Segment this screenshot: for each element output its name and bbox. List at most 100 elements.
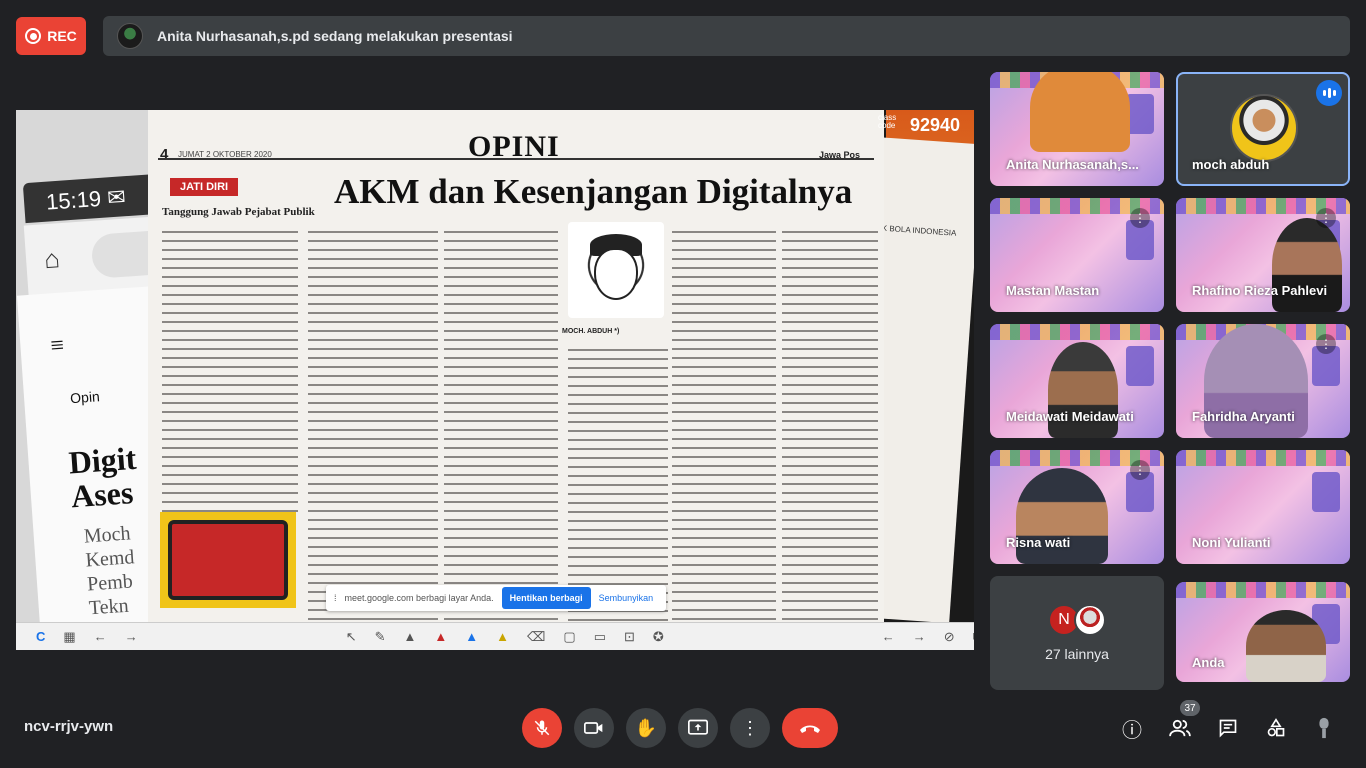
text-column [162, 228, 298, 518]
hide-annotations-icon[interactable]: ⊘ [944, 629, 955, 645]
back-arrow-icon[interactable]: ← [94, 629, 107, 644]
class-code-label: class code [878, 113, 897, 130]
grid-icon[interactable]: ▦ [63, 629, 75, 645]
more-vert-icon: ⋮ [741, 717, 759, 738]
mic-off-icon [534, 720, 550, 736]
participant-name: Rhafino Rieza Pahlevi [1192, 283, 1328, 298]
phone-time: 15:19 [45, 185, 102, 215]
article-byline: MOCH. ABDUH *) [562, 328, 620, 335]
marker-yellow-icon[interactable]: ▲ [496, 629, 509, 644]
marker-blue-icon[interactable]: ▲ [465, 629, 478, 644]
participant-avatar [1074, 604, 1106, 636]
text-column [568, 346, 668, 624]
forward-arrow-icon[interactable]: → [125, 629, 138, 644]
stop-sharing-button[interactable]: Hentikan berbagi [501, 587, 591, 609]
participant-video [1030, 72, 1130, 152]
people-button[interactable] [1166, 714, 1194, 742]
class-code: class code 92940 [878, 114, 972, 136]
share-message: meet.google.com berbagi layar Anda. [344, 593, 494, 603]
present-screen-button[interactable] [678, 708, 718, 748]
more-options-icon[interactable]: ⋮ [1130, 208, 1150, 228]
eraser-icon[interactable]: ⌫ [527, 629, 545, 645]
people-icon [1169, 719, 1191, 737]
phone-text-line: Pemb [86, 570, 134, 596]
host-controls-button[interactable] [1310, 714, 1338, 742]
text-column [444, 228, 558, 624]
participant-name: Noni Yulianti [1192, 535, 1271, 550]
home-icon: ⌂ [43, 243, 61, 275]
shared-screen[interactable]: 15:19 ✉ ⌂ ≡ Opin Digit Ases Moch Kemd Pe… [16, 110, 974, 650]
hide-share-notice-button[interactable]: Sembunyikan [599, 593, 654, 603]
marker-black-icon[interactable]: ▲ [404, 629, 417, 644]
camera-toggle[interactable] [574, 708, 614, 748]
participant-avatar [1230, 94, 1298, 162]
drag-handle-icon[interactable]: ⁞ [334, 593, 337, 603]
self-view-tile[interactable]: Anda [1176, 582, 1350, 682]
participant-name: Fahridha Aryanti [1192, 409, 1295, 424]
lock-icon[interactable]: ⊡ [624, 629, 635, 645]
chat-button[interactable] [1214, 714, 1242, 742]
more-options-icon[interactable]: ⋮ [1316, 334, 1336, 354]
speaking-indicator-icon [1316, 80, 1342, 106]
phone-breadcrumb: Opin [69, 388, 101, 407]
activities-button[interactable] [1262, 714, 1290, 742]
participant-name: moch abduh [1192, 157, 1270, 172]
participant-name: Risna wati [1006, 535, 1071, 550]
phone-text-line: Kemd [84, 546, 136, 572]
presenter-banner: Anita Nurhasanah,s.pd sedang melakukan p… [103, 16, 1350, 56]
leave-call-button[interactable] [782, 708, 838, 748]
newspaper-page: 4 JUMAT 2 OKTOBER 2020 OPINI Jawa Pos AK… [148, 110, 884, 624]
participant-tile[interactable]: Noni Yulianti [1176, 450, 1350, 564]
camera-icon [584, 722, 603, 734]
pen-icon[interactable]: ✎ [375, 629, 386, 645]
more-options-icon[interactable]: ⋮ [1316, 208, 1336, 228]
screen-icon[interactable]: ▭ [594, 629, 606, 645]
participant-tile[interactable]: ⋮ Mastan Mastan [990, 198, 1164, 312]
record-icon [25, 28, 42, 44]
screen-share-notice: ⁞ meet.google.com berbagi layar Anda. He… [326, 585, 666, 611]
chat-icon[interactable]: ▢ [563, 629, 575, 645]
hand-icon: ✋ [634, 717, 658, 738]
participant-tile[interactable]: Meidawati Meidawati [990, 324, 1164, 438]
header-rule [158, 158, 874, 160]
meeting-details-button[interactable]: ⓘ [1118, 714, 1146, 742]
tv-illustration [160, 512, 296, 608]
text-column [782, 228, 878, 624]
award-icon[interactable]: ✪ [653, 629, 664, 645]
more-participants-tile[interactable]: N 27 lainnya [990, 576, 1164, 690]
participant-tile[interactable]: ⋮ Fahridha Aryanti [1176, 324, 1350, 438]
info-icon: ⓘ [1122, 719, 1142, 742]
more-participants-label: 27 lainnya [1045, 646, 1109, 662]
lock-person-icon [1319, 717, 1329, 739]
presenter-banner-text: Anita Nurhasanah,s.pd sedang melakukan p… [157, 28, 513, 44]
participant-tile[interactable]: ⋮ Rhafino Rieza Pahlevi [1176, 198, 1350, 312]
microphone-toggle[interactable] [522, 708, 562, 748]
meeting-code: ncv-rrjv-ywn [24, 718, 114, 735]
present-icon [688, 719, 708, 735]
app-icon[interactable]: C [36, 629, 45, 644]
end-call-icon [800, 725, 820, 733]
chat-icon [1219, 719, 1237, 738]
author-illustration [568, 222, 664, 318]
presenter-avatar [117, 23, 143, 49]
more-options-button[interactable]: ⋮ [730, 708, 770, 748]
editorial-subheadline: Tanggung Jawab Pejabat Publik [162, 206, 315, 218]
marker-red-icon[interactable]: ▲ [434, 629, 447, 644]
participant-name: Meidawati Meidawati [1006, 409, 1134, 424]
raise-hand-button[interactable]: ✋ [626, 708, 666, 748]
shared-window-toolbar: C ▦ ← → ↖ ✎ ▲ ▲ ▲ ▲ ⌫ ▢ ▭ ⊡ ✪ ← → ⊘ ⧉ [16, 622, 974, 650]
participant-tile[interactable]: ⋮ Risna wati [990, 450, 1164, 564]
page-back-icon[interactable]: ← [882, 629, 895, 644]
participant-tile[interactable]: moch abduh [1176, 72, 1350, 186]
page-forward-icon[interactable]: → [913, 629, 926, 644]
text-column [308, 228, 438, 624]
more-options-icon[interactable]: ⋮ [1130, 460, 1150, 480]
participant-name: Anita Nurhasanah,s... [1006, 157, 1139, 172]
pointer-icon[interactable]: ↖ [346, 629, 357, 645]
participant-count-badge: 37 [1180, 700, 1200, 716]
menu-icon: ≡ [49, 332, 65, 360]
phone-text-line: Moch [83, 522, 132, 548]
column-tag: JATI DIRI [170, 178, 239, 196]
participant-tile[interactable]: Anita Nurhasanah,s... [990, 72, 1164, 186]
cast-icon[interactable]: ⧉ [973, 629, 974, 645]
